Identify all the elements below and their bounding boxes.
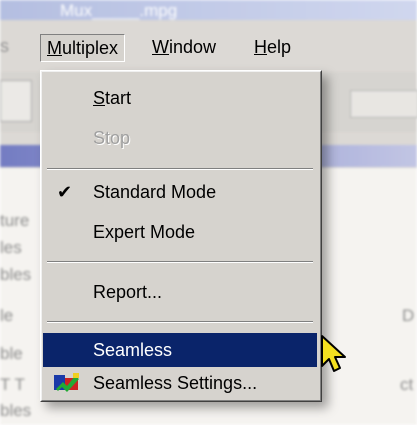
background-text: le [0, 306, 14, 325]
menu-item-report[interactable]: Report... [43, 277, 317, 307]
multiplex-dropdown-menu: Start Stop ✔ Standard Mode Expert Mode R… [40, 70, 322, 402]
background-text: T T [0, 375, 25, 394]
menu-separator [47, 261, 313, 263]
toolbar-button[interactable] [0, 80, 32, 122]
menu-item-seamless-settings[interactable]: Seamless Settings... [43, 368, 317, 398]
background-text: D [402, 306, 415, 325]
menu-item-seamless[interactable]: Seamless [43, 333, 317, 367]
screenshot: Mux_____.mpg ture les bles le ble T T bl… [0, 0, 417, 425]
background-text: ture [0, 211, 30, 230]
menu-item-label: Seamless [93, 340, 173, 360]
menu-multiplex[interactable]: Multiplex [40, 34, 126, 62]
menu-label: ultiplex [62, 38, 119, 58]
menu-item-stop: Stop [43, 123, 317, 153]
menu-window[interactable]: Window [146, 34, 222, 60]
menu-item-start[interactable]: Start [43, 83, 317, 113]
menu-item-label: Standard Mode [93, 182, 217, 202]
menu-item-label: Start [93, 88, 132, 108]
menu-label: elp [267, 37, 292, 57]
background-text: ct [400, 375, 414, 394]
check-icon: ✔ [57, 182, 73, 202]
menu-item-label: Expert Mode [93, 222, 196, 242]
window-titlebar: Mux_____.mpg [0, 0, 417, 20]
menu-item-standard-mode[interactable]: ✔ Standard Mode [43, 177, 317, 207]
arrow-cursor-icon [321, 335, 346, 372]
menu-help[interactable]: Help [248, 34, 297, 60]
menu-item-expert-mode[interactable]: Expert Mode [43, 217, 317, 247]
seamless-settings-icon [54, 373, 79, 392]
menu-item-label: Stop [93, 128, 131, 148]
menu-separator [47, 168, 313, 170]
menu-item-label: Seamless Settings... [93, 373, 258, 393]
mnemonic: M [47, 38, 62, 58]
menu-separator [47, 321, 313, 323]
background-text: bles [0, 265, 32, 284]
window-title: Mux_____.mpg [60, 1, 178, 20]
toolbar-field[interactable] [350, 90, 417, 118]
background-text: ble [0, 344, 23, 363]
menu-item-previous[interactable]: s [0, 36, 9, 57]
background-text: les [0, 238, 22, 257]
mnemonic: W [152, 37, 169, 57]
menu-label: indow [169, 37, 217, 57]
background-text: bles [0, 401, 32, 420]
mnemonic: H [254, 37, 267, 57]
menu-item-label: Report... [93, 282, 163, 302]
